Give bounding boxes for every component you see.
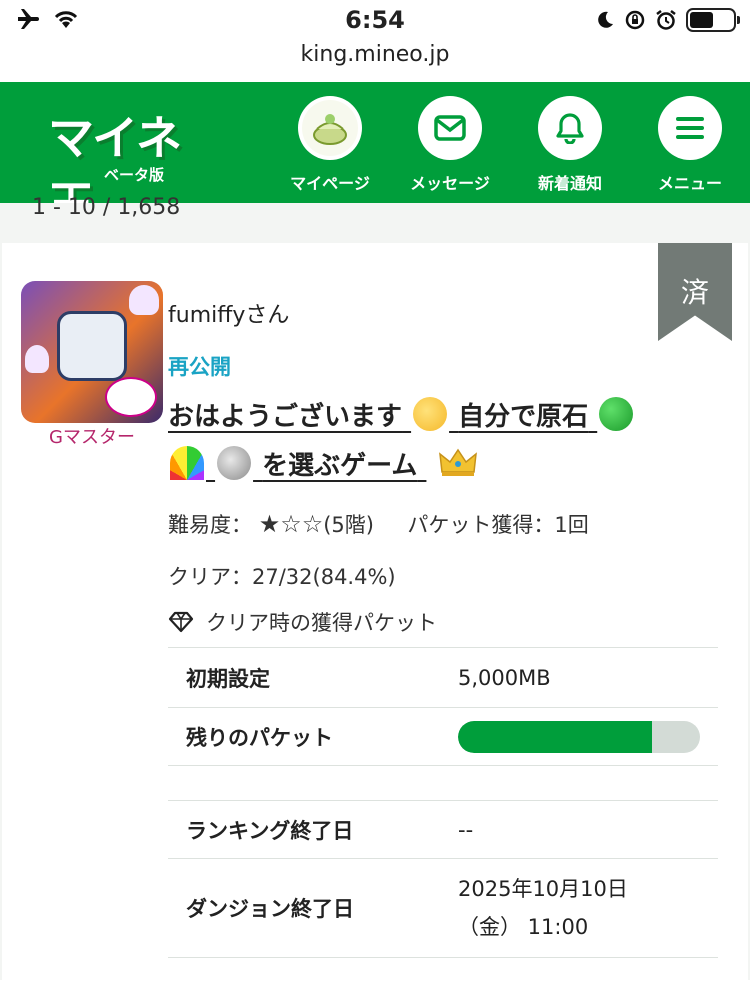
title-part-2: 自分で原石 [458,402,589,432]
menu-icon [676,117,704,139]
title-part-1: おはようございます [168,402,403,432]
nav-label-menu: メニュー [657,174,722,193]
packet-header-label: クリア時の獲得パケット [206,611,437,635]
nav-label-messages: メッセージ [410,174,490,193]
username[interactable]: fumiffyさん [168,297,289,329]
packet-gain: パケット獲得：1回 [407,513,589,537]
title-part-3: を選ぶゲーム [262,451,418,481]
mineo-king-logo[interactable]: マイネ王 ベータ版 [48,102,218,231]
avatar-icon [302,100,358,156]
game-title-link[interactable]: おはようございます 自分で原石 を選ぶゲーム [168,393,688,491]
mail-icon [434,115,466,141]
table-row: ダンジョン終了日 2025年10月10日（金） 11:00 [168,858,718,958]
coin-icon [217,446,252,480]
diamond-icon [168,611,194,633]
rainbow-icon [170,446,204,480]
app-header: マイネ王 ベータ版 マイページ メッセージ [0,82,750,231]
clear-rate: クリア：27/32(84.4%) [168,565,396,589]
green-circle-icon [599,397,634,431]
status-bar: 6:54 king.mineo.jp [0,0,750,82]
nav-label-mypage: マイページ [290,174,370,193]
row-label: 残りのパケット [186,725,333,750]
url-bar[interactable]: king.mineo.jp [0,42,750,67]
mypage-avatar [298,96,362,160]
difficulty-line: 難易度： ★☆☆(5階) パケット獲得：1回 [168,509,589,539]
packet-table: 初期設定 5,000MB 残りのパケット ランキング終了日 -- ダンジョン終了… [168,647,718,958]
table-row: ランキング終了日 -- [168,800,718,858]
nav-mypage[interactable]: マイページ [280,96,380,194]
rotation-lock-icon [625,10,645,30]
row-label: ランキング終了日 [186,818,354,843]
moon-icon [598,11,613,28]
row-value: -- [458,817,474,842]
user-avatar[interactable] [21,281,163,423]
difficulty-level: (5階) [323,513,374,537]
row-value: 2025年10月10日（金） 11:00 [458,877,628,939]
row-label: ダンジョン終了日 [186,897,354,921]
packet-header: クリア時の獲得パケット [168,607,437,637]
difficulty-stars-icon: ★☆☆ [258,510,324,538]
nav-menu[interactable]: メニュー [640,96,740,194]
content-area: 1 - 10 / 1,658 済 Gマスター fumiffyさん 再公開 おはよ… [0,195,750,983]
user-badge: Gマスター [49,427,135,448]
nav-label-notifications: 新着通知 [537,174,602,193]
smile-emoji-icon [413,397,448,431]
nav-messages[interactable]: メッセージ [400,96,500,194]
remaining-packet-fill [458,720,652,753]
crown-icon [439,448,478,476]
result-count: 1 - 10 / 1,658 [32,195,181,220]
battery-icon [686,8,740,32]
remaining-packet-bar [458,720,700,753]
status-label: 再公開 [168,355,231,379]
row-label: 初期設定 [186,666,270,691]
table-row: 残りのパケット [168,707,718,765]
nav-notifications[interactable]: 新着通知 [520,96,620,194]
status-right [595,8,740,32]
bell-icon [556,113,584,144]
difficulty-label: 難易度： [168,513,252,537]
done-tag: 済 [658,243,732,341]
alarm-icon [656,10,676,30]
game-card[interactable]: 済 Gマスター fumiffyさん 再公開 おはようございます 自分で原石 を選… [2,243,748,983]
row-value: 5,000MB [458,665,551,690]
table-row: 初期設定 5,000MB [168,647,718,707]
beta-label: ベータ版 [104,166,165,184]
